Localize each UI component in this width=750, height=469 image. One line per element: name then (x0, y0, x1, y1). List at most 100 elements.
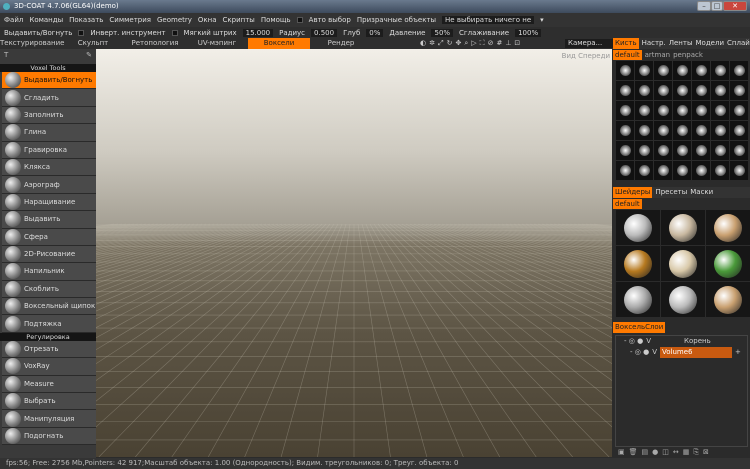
tool-item[interactable]: Отрезать (2, 340, 96, 359)
tab-room[interactable]: UV-мэпинг (186, 38, 248, 49)
viewport[interactable]: Вид Спереди (96, 49, 612, 457)
brush-alpha[interactable] (711, 61, 729, 80)
pan-icon[interactable]: ✥ (455, 38, 461, 49)
pen-icon[interactable]: ✎ (86, 51, 92, 62)
brush-alpha[interactable] (616, 141, 634, 160)
brush-alpha[interactable] (616, 61, 634, 80)
brush-set-penpack[interactable]: penpack (673, 50, 703, 60)
tool-item[interactable]: Наращивание (2, 193, 96, 212)
brush-alpha[interactable] (711, 141, 729, 160)
brush-alpha[interactable] (635, 121, 653, 140)
brush-alpha[interactable] (635, 61, 653, 80)
tool-item[interactable]: Выдавить/Вогнуть (2, 72, 96, 90)
brush-alpha[interactable] (654, 161, 672, 180)
minimize-button[interactable]: – (697, 1, 711, 11)
tool-item[interactable]: Measure (2, 375, 96, 394)
brush-alpha[interactable] (635, 101, 653, 120)
brush-alpha[interactable] (654, 81, 672, 100)
layer-row[interactable]: - ◎ ● V Volume6 + (616, 347, 747, 358)
tool-item[interactable]: Гравировка (2, 141, 96, 159)
brush-alpha[interactable] (692, 121, 710, 140)
soft-stroke-checkbox[interactable] (171, 29, 178, 36)
brush-alpha[interactable] (635, 161, 653, 180)
frame-icon[interactable]: ⛶ (480, 38, 485, 49)
clear-icon[interactable]: ⊠ (703, 448, 709, 457)
copy-icon[interactable]: ▤ (642, 448, 649, 457)
tab-room[interactable]: Текстурирование (0, 38, 64, 49)
brush-set-default[interactable]: default (613, 50, 642, 60)
brush-alpha[interactable] (692, 141, 710, 160)
brush-alpha[interactable] (673, 161, 691, 180)
sphere-icon[interactable]: ● (652, 448, 658, 457)
brush-set-artman[interactable]: artman (645, 50, 670, 60)
tool-item[interactable]: VoxRay (2, 358, 96, 376)
pressure-field[interactable]: 50% (431, 28, 454, 37)
brush-alpha[interactable] (692, 161, 710, 180)
menu-item[interactable]: Geometry (157, 16, 192, 24)
maximize-button[interactable]: □ (711, 1, 723, 11)
auto-select-checkbox[interactable] (296, 17, 303, 23)
tab-shaders[interactable]: Шейдеры (613, 187, 653, 198)
play-icon[interactable]: ▷ (471, 38, 476, 49)
tab-room[interactable]: Ретопология (124, 38, 186, 49)
brush-alpha[interactable] (635, 81, 653, 100)
brush-alpha[interactable] (616, 121, 634, 140)
zoom-icon[interactable]: ⌕ (464, 38, 468, 49)
fit-icon[interactable]: ⊡ (514, 38, 520, 49)
tab-voxel-layers[interactable]: ВоксельСлои (613, 322, 666, 333)
brush-alpha[interactable] (730, 101, 748, 120)
brush-alpha[interactable] (635, 141, 653, 160)
text-tool-icon[interactable]: T (4, 51, 8, 62)
brush-alpha[interactable] (654, 61, 672, 80)
brush-alpha[interactable] (616, 81, 634, 100)
grid-icon[interactable]: # (496, 38, 502, 49)
hide-icon[interactable]: ⊘ (488, 38, 494, 49)
tab-room[interactable]: Рендер (310, 38, 372, 49)
brush-alpha[interactable] (730, 61, 748, 80)
rotate-icon[interactable]: ↻ (447, 38, 453, 49)
brush-alpha[interactable] (730, 141, 748, 160)
light-icon[interactable]: ✲ (429, 38, 435, 49)
menu-item[interactable]: Скрипты (223, 16, 255, 24)
tool-item[interactable]: Выдавить (2, 211, 96, 229)
layer-row[interactable]: - ◎ ● V Корень (616, 336, 747, 347)
tool-item[interactable]: 2D-Рисование (2, 245, 96, 264)
brush-alpha[interactable] (711, 161, 729, 180)
radius-field[interactable]: 0.500 (311, 28, 338, 37)
shader-sphere[interactable] (661, 282, 705, 317)
shader-sphere[interactable] (616, 282, 660, 317)
brush-alpha[interactable] (673, 61, 691, 80)
tool-item[interactable]: Аэрограф (2, 176, 96, 194)
voxel-tools-header[interactable]: Voxel Tools (0, 64, 96, 72)
tab-right[interactable]: Ленты (669, 38, 693, 49)
shader-set-default[interactable]: default (613, 199, 642, 209)
chevron-down-icon[interactable]: ▾ (540, 16, 544, 24)
brush-alpha[interactable] (692, 61, 710, 80)
move-icon[interactable]: ⤢ (438, 38, 444, 49)
merge-icon[interactable]: ▦ (683, 448, 690, 457)
close-button[interactable]: ✕ (723, 1, 747, 11)
menu-item[interactable]: Команды (29, 16, 63, 24)
brush-alpha[interactable] (616, 161, 634, 180)
new-layer-icon[interactable]: ▣ (618, 448, 625, 457)
tab-right[interactable]: Настр. (642, 38, 666, 49)
delete-icon[interactable]: 🗑 (629, 448, 638, 457)
brush-alpha[interactable] (673, 141, 691, 160)
tool-item[interactable]: Сфера (2, 228, 96, 246)
swap-icon[interactable]: ↔ (673, 448, 679, 457)
brush-alpha[interactable] (730, 81, 748, 100)
tab-masks[interactable]: Маски (690, 187, 713, 198)
tool-item[interactable]: Выбрать (2, 393, 96, 411)
clone-icon[interactable]: ◫ (662, 448, 669, 457)
tool-item[interactable]: Воксельный щипок (2, 298, 96, 316)
tab-room[interactable]: Воксели (248, 38, 310, 49)
shader-sphere[interactable] (706, 282, 750, 317)
brush-alpha[interactable] (711, 121, 729, 140)
brush-alpha[interactable] (654, 121, 672, 140)
tool-item[interactable]: Клякса (2, 158, 96, 177)
brush-alpha[interactable] (711, 81, 729, 100)
camera-dropdown[interactable]: Камера... (565, 39, 613, 48)
soft-field[interactable]: 15.000 (242, 28, 274, 37)
menu-item[interactable]: Показать (69, 16, 103, 24)
shader-sphere[interactable] (616, 246, 660, 281)
